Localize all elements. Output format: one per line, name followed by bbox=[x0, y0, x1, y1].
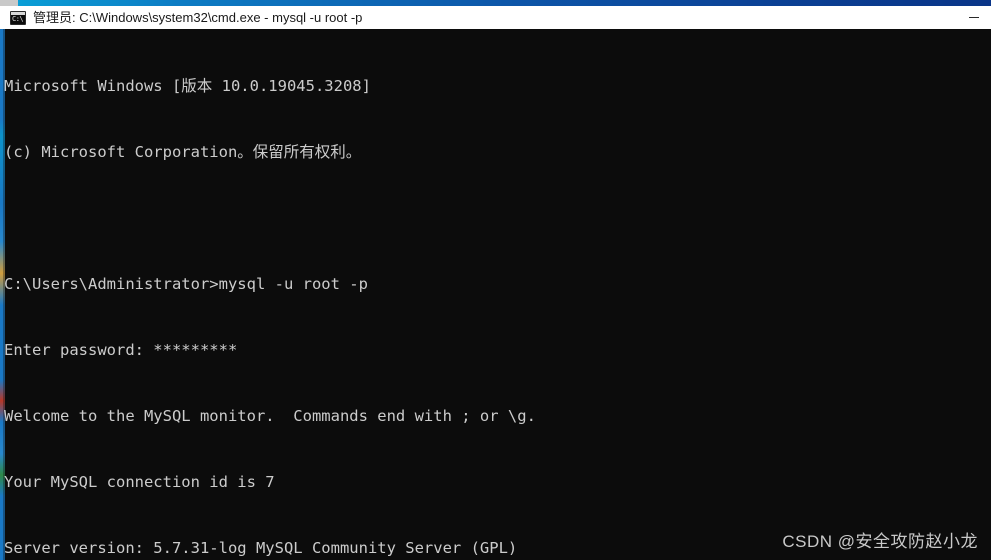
cmd-exe-icon: C:\ bbox=[10, 10, 26, 25]
minimize-button[interactable] bbox=[961, 6, 991, 29]
terminal-output-area[interactable]: Microsoft Windows [版本 10.0.19045.3208] (… bbox=[0, 29, 991, 560]
cmd-window: C:\ 管理员: C:\Windows\system32\cmd.exe - m… bbox=[0, 0, 991, 560]
cmd-icon-glyph: C:\ bbox=[12, 14, 24, 23]
console-line: Enter password: ********* bbox=[4, 341, 238, 359]
console-line: (c) Microsoft Corporation。保留所有权利。 bbox=[4, 143, 362, 161]
window-title: 管理员: C:\Windows\system32\cmd.exe - mysql… bbox=[33, 10, 363, 25]
console-line: Microsoft Windows [版本 10.0.19045.3208] bbox=[4, 77, 371, 95]
console-line: C:\Users\Administrator>mysql -u root -p bbox=[4, 275, 368, 293]
csdn-watermark: CSDN @安全攻防赵小龙 bbox=[782, 532, 978, 551]
console-line: Your MySQL connection id is 7 bbox=[4, 473, 275, 491]
console-line: Welcome to the MySQL monitor. Commands e… bbox=[4, 407, 536, 425]
title-bar[interactable]: C:\ 管理员: C:\Windows\system32\cmd.exe - m… bbox=[0, 6, 991, 29]
window-controls bbox=[961, 6, 991, 29]
console-text: Microsoft Windows [版本 10.0.19045.3208] (… bbox=[4, 31, 984, 560]
